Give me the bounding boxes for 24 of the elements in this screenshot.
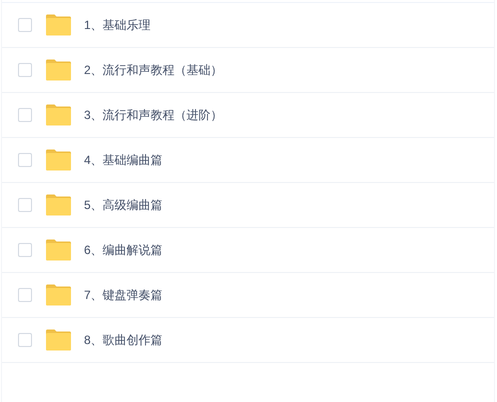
folder-name[interactable]: 8、歌曲创作篇	[84, 331, 163, 349]
folder-name[interactable]: 7、键盘弹奏篇	[84, 286, 163, 304]
folder-icon	[45, 239, 72, 261]
checkbox[interactable]	[18, 243, 32, 257]
checkbox[interactable]	[18, 153, 32, 167]
folder-name[interactable]: 5、高级编曲篇	[84, 196, 163, 214]
checkbox[interactable]	[18, 108, 32, 122]
folder-icon	[45, 14, 72, 36]
folder-name[interactable]: 6、编曲解说篇	[84, 241, 163, 259]
folder-name[interactable]: 4、基础编曲篇	[84, 151, 163, 169]
folder-name[interactable]: 1、基础乐理	[84, 16, 151, 34]
folder-icon	[45, 329, 72, 351]
checkbox[interactable]	[18, 198, 32, 212]
folder-icon	[45, 194, 72, 216]
checkbox[interactable]	[18, 63, 32, 77]
folder-icon	[45, 104, 72, 126]
checkbox[interactable]	[18, 333, 32, 347]
checkbox[interactable]	[18, 18, 32, 32]
folder-icon	[45, 149, 72, 171]
folder-icon	[45, 59, 72, 81]
folder-name[interactable]: 3、流行和声教程（进阶）	[84, 106, 223, 124]
folder-name[interactable]: 2、流行和声教程（基础）	[84, 61, 223, 79]
checkbox[interactable]	[18, 288, 32, 302]
folder-icon	[45, 284, 72, 306]
